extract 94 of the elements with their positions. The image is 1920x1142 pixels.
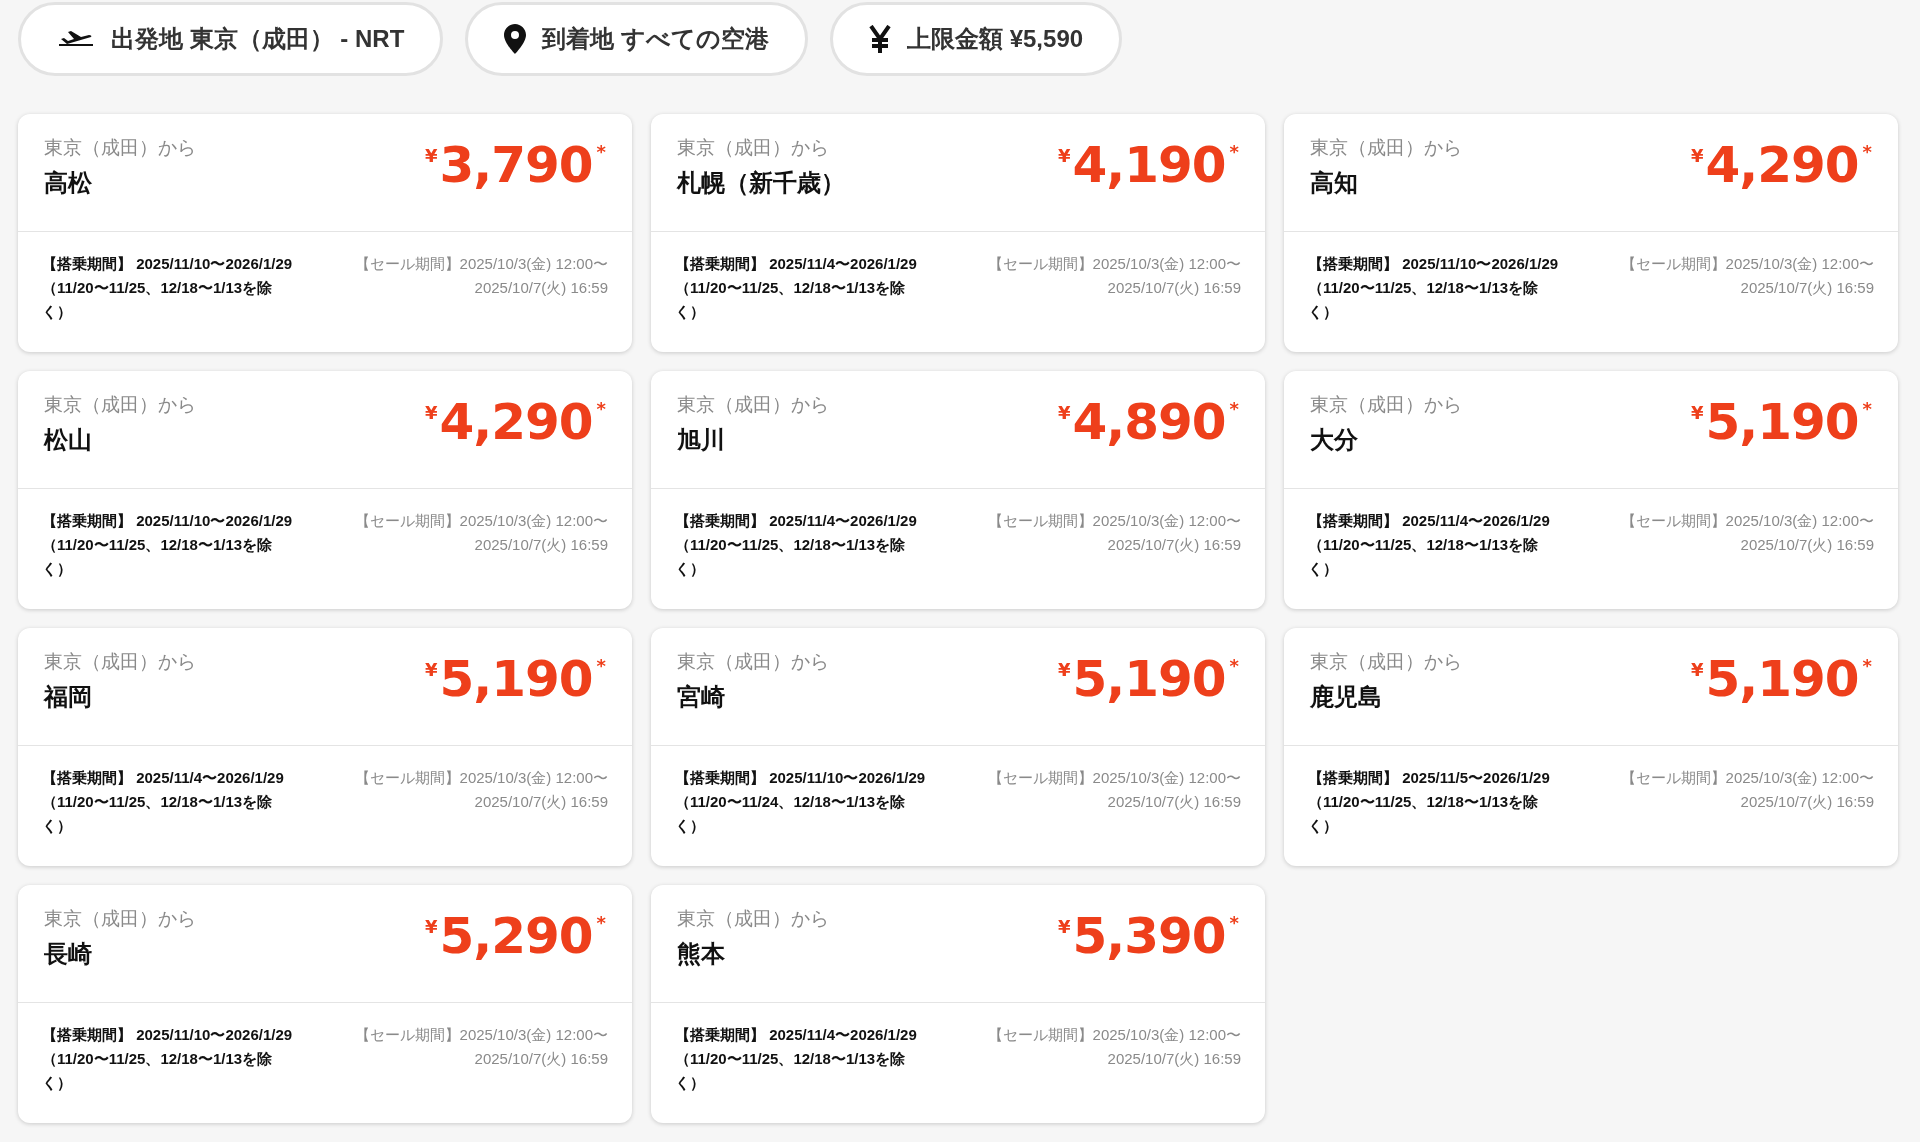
note-mark: *: [596, 397, 606, 421]
sale-period: 【セール期間】2025/10/3(金) 12:00〜2025/10/7(火) 16:59: [1619, 768, 1874, 812]
note-mark: *: [596, 140, 606, 164]
currency-symbol: ¥: [424, 915, 438, 939]
fare-card[interactable]: 東京（成田）から 大分 ¥5,190* 【搭乗期間】 2025/11/4〜2026/1/29 （11/20〜11/25、12/18〜1/13を除く） 【セール期間】2025/10/3(金) 12:00〜2025/10/7(火) 16:59: [1284, 371, 1898, 609]
origin-label: 東京（成田）から: [44, 393, 196, 417]
origin-label: 東京（成田）から: [677, 907, 829, 931]
map-pin-icon: [504, 24, 527, 54]
note-mark: *: [596, 911, 606, 935]
sale-period: 【セール期間】2025/10/3(金) 12:00〜2025/10/7(火) 16:59: [986, 1025, 1241, 1069]
boarding-period: 【搭乗期間】 2025/11/4〜2026/1/29 （11/20〜11/25、12/18〜1/13を除く）: [42, 768, 285, 836]
origin-label: 東京（成田）から: [44, 907, 196, 931]
destination-name: 長崎: [44, 938, 93, 969]
note-mark: *: [1862, 140, 1872, 164]
destination-name: 高知: [1310, 167, 1359, 198]
destination-name: 福岡: [44, 681, 93, 712]
destination-name: 松山: [44, 424, 93, 455]
fare-card[interactable]: 東京（成田）から 鹿児島 ¥5,190* 【搭乗期間】 2025/11/5〜2026/1/29 （11/20〜11/25、12/18〜1/13を除く） 【セール期間】2025/10/3(金) 12:00〜2025/10/7(火) 16:59: [1284, 628, 1898, 866]
currency-symbol: ¥: [1057, 915, 1071, 939]
origin-label: 東京（成田）から: [1310, 136, 1462, 160]
filter-button[interactable]: 出発地 東京（成田） - NRT: [18, 2, 444, 76]
sale-period: 【セール期間】2025/10/3(金) 12:00〜2025/10/7(火) 16:59: [353, 768, 608, 812]
currency-symbol: ¥: [1057, 658, 1071, 682]
boarding-period: 【搭乗期間】 2025/11/4〜2026/1/29 （11/20〜11/25、12/18〜1/13を除く）: [675, 511, 918, 579]
airplane-icon: [57, 30, 95, 48]
price-amount: 4,890: [1072, 397, 1226, 447]
sale-period: 【セール期間】2025/10/3(金) 12:00〜2025/10/7(火) 16:59: [1619, 511, 1874, 555]
sale-period: 【セール期間】2025/10/3(金) 12:00〜2025/10/7(火) 16:59: [986, 768, 1241, 812]
fare-card[interactable]: 東京（成田）から 旭川 ¥4,890* 【搭乗期間】 2025/11/4〜2026/1/29 （11/20〜11/25、12/18〜1/13を除く） 【セール期間】2025/10/3(金) 12:00〜2025/10/7(火) 16:59: [651, 371, 1265, 609]
price-amount: 5,190: [439, 654, 593, 704]
boarding-period: 【搭乗期間】 2025/11/4〜2026/1/29 （11/20〜11/25、12/18〜1/13を除く）: [675, 1025, 918, 1093]
note-mark: *: [1229, 397, 1239, 421]
destination-name: 旭川: [677, 424, 726, 455]
destination-name: 鹿児島: [1310, 681, 1383, 712]
currency-symbol: ¥: [424, 401, 438, 425]
sale-period: 【セール期間】2025/10/3(金) 12:00〜2025/10/7(火) 16:59: [986, 254, 1241, 298]
currency-symbol: ¥: [424, 144, 438, 168]
origin-label: 東京（成田）から: [1310, 393, 1462, 417]
note-mark: *: [1229, 654, 1239, 678]
origin-label: 東京（成田）から: [677, 136, 830, 160]
sale-period: 【セール期間】2025/10/3(金) 12:00〜2025/10/7(火) 16:59: [986, 511, 1241, 555]
destination-name: 高松: [44, 167, 93, 198]
sale-period: 【セール期間】2025/10/3(金) 12:00〜2025/10/7(火) 16:59: [1619, 254, 1874, 298]
origin-label: 東京（成田）から: [44, 136, 196, 160]
price-amount: 5,190: [1072, 654, 1226, 704]
price-amount: 5,390: [1072, 911, 1226, 961]
fare-card[interactable]: 東京（成田）から 宮崎 ¥5,190* 【搭乗期間】 2025/11/10〜2026/1/29 （11/20〜11/24、12/18〜1/13を除く） 【セール期間】2025/10/3(金) 12:00〜2025/10/7(火) 16:59: [651, 628, 1265, 866]
currency-symbol: ¥: [1690, 658, 1704, 682]
origin-label: 東京（成田）から: [677, 393, 829, 417]
boarding-period: 【搭乗期間】 2025/11/10〜2026/1/29 （11/20〜11/25、12/18〜1/13を除く）: [42, 511, 294, 579]
filter-button[interactable]: 上限金額 ¥5,590: [830, 2, 1123, 76]
price-amount: 4,290: [1705, 140, 1859, 190]
filter-button[interactable]: 到着地 すべての空港: [465, 2, 808, 76]
note-mark: *: [1229, 911, 1239, 935]
price-amount: 5,190: [1705, 397, 1859, 447]
boarding-period: 【搭乗期間】 2025/11/10〜2026/1/29 （11/20〜11/25、12/18〜1/13を除く）: [42, 254, 294, 322]
boarding-period: 【搭乗期間】 2025/11/4〜2026/1/29 （11/20〜11/25、12/18〜1/13を除く）: [1308, 511, 1551, 579]
boarding-period: 【搭乗期間】 2025/11/10〜2026/1/29 （11/20〜11/25、12/18〜1/13を除く）: [1308, 254, 1560, 322]
origin-label: 東京（成田）から: [1310, 650, 1462, 674]
boarding-period: 【搭乗期間】 2025/11/10〜2026/1/29 （11/20〜11/25、12/18〜1/13を除く）: [42, 1025, 294, 1093]
sale-period: 【セール期間】2025/10/3(金) 12:00〜2025/10/7(火) 16:59: [353, 254, 608, 298]
sale-period: 【セール期間】2025/10/3(金) 12:00〜2025/10/7(火) 16:59: [353, 511, 608, 555]
sale-period: 【セール期間】2025/10/3(金) 12:00〜2025/10/7(火) 16:59: [353, 1025, 608, 1069]
currency-symbol: ¥: [1057, 401, 1071, 425]
note-mark: *: [1862, 654, 1872, 678]
fare-card[interactable]: 東京（成田）から 札幌（新千歳） ¥4,190* 【搭乗期間】 2025/11/4〜2026/1/29 （11/20〜11/25、12/18〜1/13を除く） 【セール期間】2025/10/3(金) 12:00〜2025/10/7(火) 16:59: [651, 114, 1265, 352]
destination-name: 札幌（新千歳）: [677, 167, 845, 198]
price-amount: 5,290: [439, 911, 593, 961]
origin-label: 東京（成田）から: [44, 650, 196, 674]
price-amount: 5,190: [1705, 654, 1859, 704]
price-amount: 4,290: [439, 397, 593, 447]
fare-card[interactable]: 東京（成田）から 福岡 ¥5,190* 【搭乗期間】 2025/11/4〜2026/1/29 （11/20〜11/25、12/18〜1/13を除く） 【セール期間】2025/10/3(金) 12:00〜2025/10/7(火) 16:59: [18, 628, 632, 866]
note-mark: *: [1862, 397, 1872, 421]
fare-card[interactable]: 東京（成田）から 高松 ¥3,790* 【搭乗期間】 2025/11/10〜2026/1/29 （11/20〜11/25、12/18〜1/13を除く） 【セール期間】2025/10/3(金) 12:00〜2025/10/7(火) 16:59: [18, 114, 632, 352]
price-amount: 4,190: [1072, 140, 1226, 190]
currency-symbol: ¥: [424, 658, 438, 682]
currency-symbol: ¥: [1690, 401, 1704, 425]
fare-card[interactable]: 東京（成田）から 熊本 ¥5,390* 【搭乗期間】 2025/11/4〜2026/1/29 （11/20〜11/25、12/18〜1/13を除く） 【セール期間】2025/10/3(金) 12:00〜2025/10/7(火) 16:59: [651, 885, 1265, 1123]
fare-card[interactable]: 東京（成田）から 松山 ¥4,290* 【搭乗期間】 2025/11/10〜2026/1/29 （11/20〜11/25、12/18〜1/13を除く） 【セール期間】2025/10/3(金) 12:00〜2025/10/7(火) 16:59: [18, 371, 632, 609]
fare-card[interactable]: 東京（成田）から 長崎 ¥5,290* 【搭乗期間】 2025/11/10〜2026/1/29 （11/20〜11/25、12/18〜1/13を除く） 【セール期間】2025/10/3(金) 12:00〜2025/10/7(火) 16:59: [18, 885, 632, 1123]
yen-icon: [869, 25, 891, 53]
origin-label: 東京（成田）から: [677, 650, 829, 674]
boarding-period: 【搭乗期間】 2025/11/5〜2026/1/29 （11/20〜11/25、12/18〜1/13を除く）: [1308, 768, 1551, 836]
currency-symbol: ¥: [1057, 144, 1071, 168]
destination-name: 大分: [1310, 424, 1359, 455]
destination-name: 宮崎: [677, 681, 726, 712]
currency-symbol: ¥: [1690, 144, 1704, 168]
note-mark: *: [596, 654, 606, 678]
boarding-period: 【搭乗期間】 2025/11/10〜2026/1/29 （11/20〜11/24、12/18〜1/13を除く）: [675, 768, 927, 836]
boarding-period: 【搭乗期間】 2025/11/4〜2026/1/29 （11/20〜11/25、12/18〜1/13を除く）: [675, 254, 918, 322]
destination-name: 熊本: [677, 938, 726, 969]
price-amount: 3,790: [439, 140, 593, 190]
note-mark: *: [1229, 140, 1239, 164]
fare-card[interactable]: 東京（成田）から 高知 ¥4,290* 【搭乗期間】 2025/11/10〜2026/1/29 （11/20〜11/25、12/18〜1/13を除く） 【セール期間】2025/10/3(金) 12:00〜2025/10/7(火) 16:59: [1284, 114, 1898, 352]
